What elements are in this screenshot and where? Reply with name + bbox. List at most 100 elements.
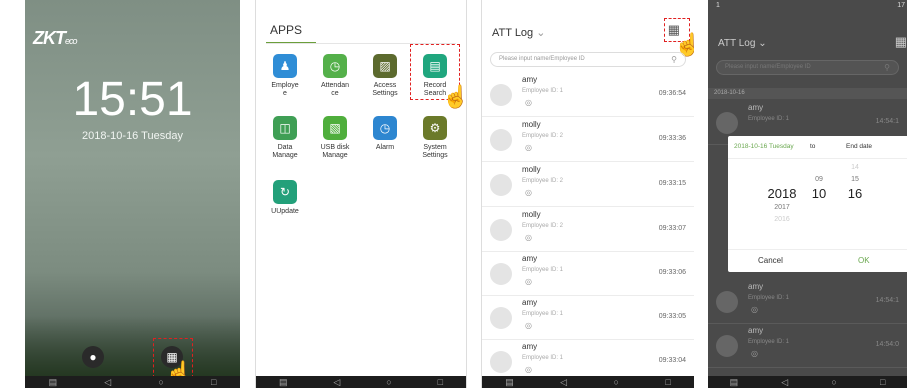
month-wheel[interactable]: 09 10 — [804, 174, 834, 202]
record-time: 14:54:1 — [875, 118, 899, 125]
app-label: Employe e — [271, 82, 299, 97]
employee-name: amy — [522, 298, 538, 307]
month-option: 09 — [815, 176, 823, 183]
list-item[interactable]: amy Employee ID: 1 ◎ 09:33:06 — [482, 251, 694, 296]
record-time: 09:36:54 — [658, 90, 686, 97]
recent-icon[interactable]: □ — [665, 376, 670, 388]
home-icon[interactable]: ○ — [613, 376, 618, 388]
clock-date: 2018-10-16 Tuesday — [82, 130, 183, 142]
list-item[interactable]: amy Employee ID: 1 ◎ 09:36:54 — [482, 72, 694, 117]
back-icon[interactable]: ◁ — [781, 376, 788, 388]
record-time: 09:33:15 — [658, 180, 686, 187]
menu-icon[interactable]: ▤ — [730, 376, 739, 388]
fingerprint-icon: ◎ — [525, 143, 532, 152]
calendar-icon[interactable]: ▦ — [895, 34, 907, 50]
back-icon[interactable]: ◁ — [333, 376, 340, 388]
status-bar: 1 17 — [708, 0, 907, 14]
home-icon[interactable]: ○ — [831, 376, 836, 388]
avatar — [716, 112, 738, 134]
tap-hand-icon: ☝ — [442, 84, 467, 109]
menu-icon[interactable]: ▤ — [505, 376, 514, 388]
app-employee[interactable]: ♟ Employe e — [262, 54, 308, 98]
page-title[interactable]: ATT Log ⌄ — [492, 26, 545, 39]
list-item[interactable]: amy Employee ID: 1 ◎ 14:54:0 — [708, 323, 907, 368]
avatar — [490, 84, 512, 106]
search-input[interactable]: Please input name/Employee ID ⚲ — [716, 60, 899, 75]
list-item[interactable]: molly Employee ID: 2 ◎ 09:33:36 — [482, 117, 694, 162]
app-uupdate[interactable]: ↻ UUpdate — [262, 180, 308, 216]
tab-apps[interactable]: APPS — [266, 20, 316, 44]
list-item[interactable]: amy Employee ID: 1 ◎ 09:33:05 — [482, 295, 694, 340]
ok-button[interactable]: OK — [858, 256, 870, 265]
employee-id: Employee ID: 1 — [522, 311, 564, 317]
end-date-tab[interactable]: End date — [846, 143, 872, 150]
logo-text: ZKT — [33, 28, 66, 48]
employee-id: Employee ID: 2 — [522, 178, 564, 184]
avatar — [716, 291, 738, 313]
year-selected: 2018 — [767, 186, 797, 201]
app-alarm[interactable]: ◷ Alarm — [362, 116, 408, 152]
lock-screen-panel: ZKTeco 15:51 2018-10-16 Tuesday ● ▦ ☝ ▤ ◁… — [25, 0, 240, 388]
year-wheel[interactable]: 2018 2017 2016 — [762, 186, 802, 226]
day-wheel[interactable]: 14 15 16 — [840, 162, 870, 202]
page-title[interactable]: ATT Log ⌄ — [718, 38, 767, 49]
fingerprint-icon: ◎ — [751, 349, 758, 358]
home-icon[interactable]: ○ — [158, 376, 163, 388]
back-icon[interactable]: ◁ — [560, 376, 567, 388]
recent-icon[interactable]: □ — [211, 376, 216, 388]
employee-name: amy — [748, 282, 764, 291]
year-option: 2016 — [774, 216, 790, 223]
employee-name: amy — [522, 342, 538, 351]
menu-icon[interactable]: ▤ — [279, 376, 288, 388]
list-item[interactable]: molly Employee ID: 2 ◎ 09:33:15 — [482, 162, 694, 207]
dialog-buttons: Cancel OK — [728, 249, 907, 272]
app-access-settings[interactable]: ▨ Access Settings — [362, 54, 408, 98]
fingerprint-icon: ◎ — [525, 233, 532, 242]
logo-suffix: eco — [65, 36, 77, 46]
zkteco-logo: ZKTeco — [33, 28, 77, 49]
record-time: 14:54:0 — [875, 341, 899, 348]
employee-id: Employee ID: 1 — [748, 295, 790, 301]
back-icon[interactable]: ◁ — [104, 376, 111, 388]
nav-bar: ▤ ◁ ○ □ — [482, 376, 694, 388]
employee-id: Employee ID: 2 — [522, 223, 564, 229]
app-data-manage[interactable]: ◫ Data Manage — [262, 116, 308, 160]
start-date-tab[interactable]: 2018-10-16 Tuesday — [734, 143, 794, 150]
employee-name: amy — [748, 326, 764, 335]
employee-id: Employee ID: 1 — [748, 339, 790, 345]
app-usb-disk-manage[interactable]: ▧ USB disk Manage — [312, 116, 358, 160]
cancel-button[interactable]: Cancel — [758, 256, 783, 265]
app-label: USB disk Manage — [320, 144, 350, 159]
user-profile-button[interactable]: ● — [82, 346, 104, 368]
avatar — [490, 263, 512, 285]
record-time: 09:33:06 — [658, 269, 686, 276]
header: ATT Log ⌄ ▦ — [482, 14, 694, 50]
app-system-settings[interactable]: ⚙ System Settings — [412, 116, 458, 160]
year-option: 2017 — [774, 204, 790, 211]
database-icon: ◫ — [273, 116, 297, 140]
bottom-gradient — [25, 316, 240, 376]
title-text: ATT Log — [718, 38, 756, 49]
day-option: 15 — [851, 176, 859, 183]
list-item[interactable]: molly Employee ID: 2 ◎ 09:33:07 — [482, 207, 694, 252]
gear-icon: ⚙ — [423, 116, 447, 140]
employee-name: molly — [522, 210, 541, 219]
employee-id: Employee ID: 1 — [748, 116, 790, 122]
search-icon: ⚲ — [884, 63, 890, 72]
search-input[interactable]: Please input name/Employee ID ⚲ — [490, 52, 686, 67]
list-item[interactable]: amy Employee ID: 1 ◎ 14:54:1 — [708, 279, 907, 324]
app-attendance[interactable]: ◷ Attendan ce — [312, 54, 358, 98]
employee-id: Employee ID: 1 — [522, 88, 564, 94]
users-icon: ♟ — [273, 54, 297, 78]
menu-icon[interactable]: ▤ — [49, 376, 58, 388]
day-option: 14 — [851, 164, 859, 171]
employee-name: molly — [522, 120, 541, 129]
recent-icon[interactable]: □ — [438, 376, 443, 388]
avatar — [490, 174, 512, 196]
search-placeholder: Please input name/Employee ID — [499, 56, 585, 62]
home-icon[interactable]: ○ — [386, 376, 391, 388]
status-left: 1 — [716, 2, 720, 9]
recent-icon[interactable]: □ — [880, 376, 885, 388]
date-range-dialog: 2018-10-16 Tuesday to End date 2018 2017… — [728, 136, 907, 272]
employee-name: amy — [748, 103, 764, 112]
